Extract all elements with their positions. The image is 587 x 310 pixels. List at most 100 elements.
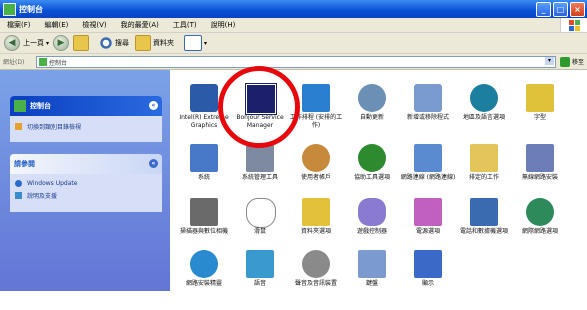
control-panel-box-title: 控制台 xyxy=(30,102,51,110)
control-panel-box-header[interactable]: 控制台 « xyxy=(10,96,162,116)
menu-file[interactable]: 檔案(F) xyxy=(0,20,38,30)
search-button[interactable]: 搜尋 xyxy=(99,36,129,50)
switch-category-view-link[interactable]: 切換到類別目錄檢視 xyxy=(15,122,157,131)
item-speech[interactable]: 語音 xyxy=(232,250,288,310)
control-panel-icon xyxy=(3,2,16,16)
collapse-chevron-icon[interactable]: « xyxy=(149,101,158,110)
folder-options-icon xyxy=(302,198,330,226)
item-keyboard[interactable]: 鍵盤 xyxy=(344,250,400,310)
switch-view-icon xyxy=(15,123,22,130)
help-support-icon xyxy=(15,192,22,199)
item-automatic-updates[interactable]: 自動更新 xyxy=(344,84,400,144)
item-user-accounts[interactable]: 使用者帳戶 xyxy=(288,144,344,204)
display-icon xyxy=(414,250,442,278)
item-label: 資料夾選項 xyxy=(300,228,331,235)
intel-graphics-icon xyxy=(190,84,218,112)
windows-logo-icon xyxy=(560,18,587,32)
item-scheduled-work[interactable]: 排定的工作 xyxy=(456,144,512,204)
views-button[interactable]: ▾ xyxy=(184,35,207,51)
item-game-controllers[interactable]: 遊戲控制器 xyxy=(344,198,400,258)
item-mouse[interactable]: 滑鼠 xyxy=(232,198,288,258)
control-panel-header-icon xyxy=(14,100,26,112)
address-bar: 網址(D) 控制台 ▾ 移至 xyxy=(0,54,587,70)
network-connections-icon xyxy=(414,144,442,172)
item-power-options[interactable]: 電源選項 xyxy=(400,198,456,258)
address-label: 網址(D) xyxy=(3,59,25,66)
scanners-cameras-icon xyxy=(190,198,218,226)
window-title: 控制台 xyxy=(19,4,43,14)
address-field[interactable]: 控制台 ▾ xyxy=(36,56,556,68)
control-panel-items: Intel(R) Extreme Graphics Bonjour Servic… xyxy=(170,66,587,291)
sounds-audio-icon xyxy=(302,250,330,278)
item-label: 滑鼠 xyxy=(253,228,266,235)
wireless-network-icon xyxy=(526,144,554,172)
item-regional-language[interactable]: 地區及語言選項 xyxy=(456,84,512,144)
scheduled-tasks-icon xyxy=(302,84,330,112)
forward-arrow-icon: ▶ xyxy=(53,35,70,51)
forward-button[interactable]: ▶ xyxy=(53,35,70,51)
item-label: 聲音及音訊裝置 xyxy=(294,280,337,287)
item-display[interactable]: 顯示 xyxy=(400,250,456,310)
item-label: 新增或移除程式 xyxy=(406,114,449,121)
back-button[interactable]: ◀ 上一頁 ▾ xyxy=(4,35,49,51)
help-support-link[interactable]: 說明及支援 xyxy=(15,191,157,200)
item-label: 電源選項 xyxy=(415,228,440,235)
address-dropdown-icon[interactable]: ▾ xyxy=(545,57,554,65)
game-controllers-icon xyxy=(358,198,386,226)
network-setup-icon xyxy=(190,250,218,278)
item-label: 排定的工作 xyxy=(468,174,499,181)
system-icon xyxy=(190,144,218,172)
item-phone-modem[interactable]: 電話和數據機選項 xyxy=(456,198,512,258)
item-accessibility[interactable]: 協助工具選項 xyxy=(344,144,400,204)
item-label: 電話和數據機選項 xyxy=(459,228,508,235)
item-add-remove-programs[interactable]: 新增或移除程式 xyxy=(400,84,456,144)
speech-icon xyxy=(246,250,274,278)
menu-help[interactable]: 說明(H) xyxy=(204,20,243,30)
item-label: 網路安裝精靈 xyxy=(185,280,222,287)
back-label: 上一頁 xyxy=(23,39,44,47)
search-label: 搜尋 xyxy=(115,39,130,47)
search-icon xyxy=(99,36,114,50)
minimize-button[interactable]: _ xyxy=(536,2,551,17)
go-button[interactable]: 移至 xyxy=(560,56,584,67)
item-label: 鍵盤 xyxy=(365,280,378,287)
item-label: 顯示 xyxy=(421,280,434,287)
scheduled-work-icon xyxy=(470,144,498,172)
item-folder-options[interactable]: 資料夾選項 xyxy=(288,198,344,258)
up-folder-icon xyxy=(73,35,90,51)
go-arrow-icon xyxy=(560,56,570,67)
power-options-icon xyxy=(414,198,442,226)
automatic-updates-icon xyxy=(358,84,386,112)
item-network-setup[interactable]: 網路安裝精靈 xyxy=(176,250,232,310)
item-internet-options[interactable]: 網際網路選項 xyxy=(512,198,568,258)
item-network-connections[interactable]: 網路連線 (網路連線) xyxy=(400,144,456,204)
task-pane: 控制台 « 切換到類別目錄檢視 請參閱 « Windows Update 說明及… xyxy=(0,70,170,291)
item-administrative-tools[interactable]: 系統管理工具 xyxy=(232,144,288,204)
menu-favorites[interactable]: 我的最愛(A) xyxy=(114,20,166,30)
item-label: 系統 xyxy=(197,174,210,181)
menu-view[interactable]: 檢視(V) xyxy=(75,20,113,30)
phone-modem-icon xyxy=(470,198,498,226)
chevron-down-icon: ▾ xyxy=(46,39,50,47)
menu-edit[interactable]: 編輯(E) xyxy=(38,20,76,30)
item-fonts[interactable]: 字型 xyxy=(512,84,568,144)
control-panel-small-icon xyxy=(39,58,47,66)
close-button[interactable]: × xyxy=(570,2,585,17)
keyboard-icon xyxy=(358,250,386,278)
add-remove-programs-icon xyxy=(414,84,442,112)
item-label: 掃描器與數位相機 xyxy=(179,228,228,235)
maximize-button[interactable]: □ xyxy=(553,2,568,17)
see-also-box-header[interactable]: 請參閱 « xyxy=(10,154,162,174)
administrative-tools-icon xyxy=(246,144,274,172)
see-also-chevron-icon[interactable]: « xyxy=(149,159,158,168)
item-system[interactable]: 系統 xyxy=(176,144,232,204)
folders-button[interactable]: 資料夾 xyxy=(135,35,174,51)
windows-update-link[interactable]: Windows Update xyxy=(15,180,157,187)
item-sounds-audio[interactable]: 聲音及音訊裝置 xyxy=(288,250,344,310)
up-folder-button[interactable] xyxy=(73,35,90,51)
item-scanners-cameras[interactable]: 掃描器與數位相機 xyxy=(176,198,232,258)
fonts-icon xyxy=(526,84,554,112)
user-accounts-icon xyxy=(302,144,330,172)
menu-tools[interactable]: 工具(T) xyxy=(166,20,204,30)
item-wireless-network[interactable]: 無線網路安裝 xyxy=(512,144,568,204)
